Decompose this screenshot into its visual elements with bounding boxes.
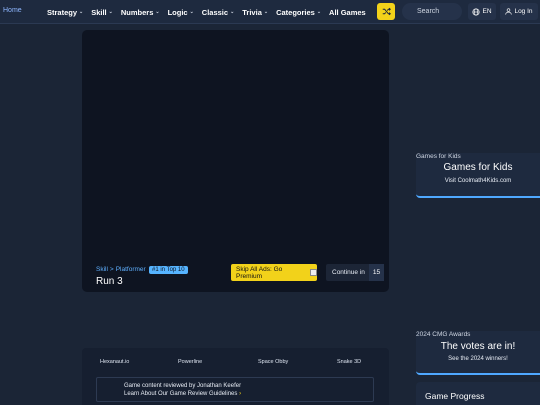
chevron-down-icon: ⌄ bbox=[230, 9, 235, 15]
shuffle-icon bbox=[382, 7, 391, 16]
go-premium-button[interactable]: Skip All Ads: Go Premium bbox=[231, 264, 317, 281]
language-selector[interactable]: EN bbox=[468, 3, 496, 20]
chevron-down-icon: ⌄ bbox=[263, 9, 269, 15]
kids-promo-title: Games for Kids bbox=[443, 162, 513, 173]
main-menu: Strategy ⌄ Skill ⌄ Numbers ⌄ Logic ⌄ Classic… bbox=[47, 0, 366, 24]
countdown-value: 15 bbox=[369, 264, 384, 281]
chevron-right-icon: › bbox=[239, 391, 242, 397]
rank-badge[interactable]: #1 in Top 10 bbox=[149, 266, 188, 274]
game-progress-panel: Game Progress bbox=[416, 382, 540, 405]
review-credit: Game content reviewed by Jonathan Keefer bbox=[124, 383, 242, 389]
games-for-kids-promo[interactable]: Games for Kids Games for Kids Visit Cool… bbox=[416, 153, 540, 198]
related-game-snake-3d[interactable]: Snake 3D bbox=[337, 359, 361, 365]
awards-promo-image: 2024 CMG Awards bbox=[416, 331, 471, 338]
awards-promo-title: The votes are in! bbox=[440, 341, 516, 352]
user-icon bbox=[505, 8, 513, 15]
menu-numbers[interactable]: Numbers ⌄ bbox=[121, 8, 160, 17]
top-nav: Home Strategy ⌄ Skill ⌄ Numbers ⌄ Logic ⌄ Cl… bbox=[0, 0, 540, 24]
chevron-down-icon: ⌄ bbox=[316, 9, 322, 15]
game-canvas[interactable] bbox=[82, 30, 389, 260]
kids-promo-link: Visit Coolmath4Kids.com bbox=[444, 178, 512, 184]
review-notice: Game content reviewed by Jonathan Keefer… bbox=[96, 377, 374, 402]
premium-image-icon bbox=[310, 269, 317, 276]
game-title: Run 3 bbox=[96, 276, 123, 287]
breadcrumb-skill[interactable]: Skill bbox=[96, 266, 108, 273]
game-progress-title: Game Progress bbox=[425, 391, 485, 401]
chevron-down-icon: ⌄ bbox=[155, 9, 160, 15]
random-game-button[interactable] bbox=[377, 3, 395, 20]
breadcrumb: Skill > Platformer bbox=[96, 266, 146, 273]
search-input[interactable]: Search bbox=[402, 3, 462, 20]
globe-icon bbox=[472, 7, 481, 16]
login-button[interactable]: Log In bbox=[500, 3, 538, 20]
menu-categories[interactable]: Categories ⌄ bbox=[276, 8, 321, 17]
related-games: Hexanaut.io Powerline Space Obby Snake 3… bbox=[82, 348, 389, 405]
chevron-down-icon: ⌄ bbox=[79, 9, 84, 15]
review-guidelines-link[interactable]: Learn About Our Game Review Guidelines › bbox=[124, 391, 241, 397]
related-game-space-obby[interactable]: Space Obby bbox=[258, 359, 288, 365]
menu-logic[interactable]: Logic ⌄ bbox=[168, 8, 194, 17]
chevron-down-icon: ⌄ bbox=[189, 9, 194, 15]
breadcrumb-separator: > bbox=[109, 266, 114, 273]
menu-classic[interactable]: Classic ⌄ bbox=[202, 8, 234, 17]
game-player: Skill > Platformer #1 in Top 10 Run 3 Sk… bbox=[82, 30, 389, 292]
kids-promo-image: Games for Kids bbox=[416, 153, 461, 160]
related-game-hexanaut[interactable]: Hexanaut.io bbox=[100, 359, 129, 365]
menu-trivia[interactable]: Trivia ⌄ bbox=[242, 8, 268, 17]
home-logo[interactable]: Home bbox=[3, 7, 22, 14]
related-game-powerline[interactable]: Powerline bbox=[178, 359, 202, 365]
menu-all-games[interactable]: All Games bbox=[329, 8, 366, 17]
continue-countdown: Continue in 15 bbox=[326, 264, 384, 281]
chevron-down-icon: ⌄ bbox=[108, 9, 113, 15]
cmg-awards-promo[interactable]: 2024 CMG Awards The votes are in! See th… bbox=[416, 331, 540, 375]
menu-skill[interactable]: Skill ⌄ bbox=[91, 8, 113, 17]
menu-strategy[interactable]: Strategy ⌄ bbox=[47, 8, 83, 17]
awards-promo-sub: See the 2024 winners! bbox=[448, 356, 508, 362]
breadcrumb-platformer[interactable]: Platformer bbox=[116, 266, 146, 273]
